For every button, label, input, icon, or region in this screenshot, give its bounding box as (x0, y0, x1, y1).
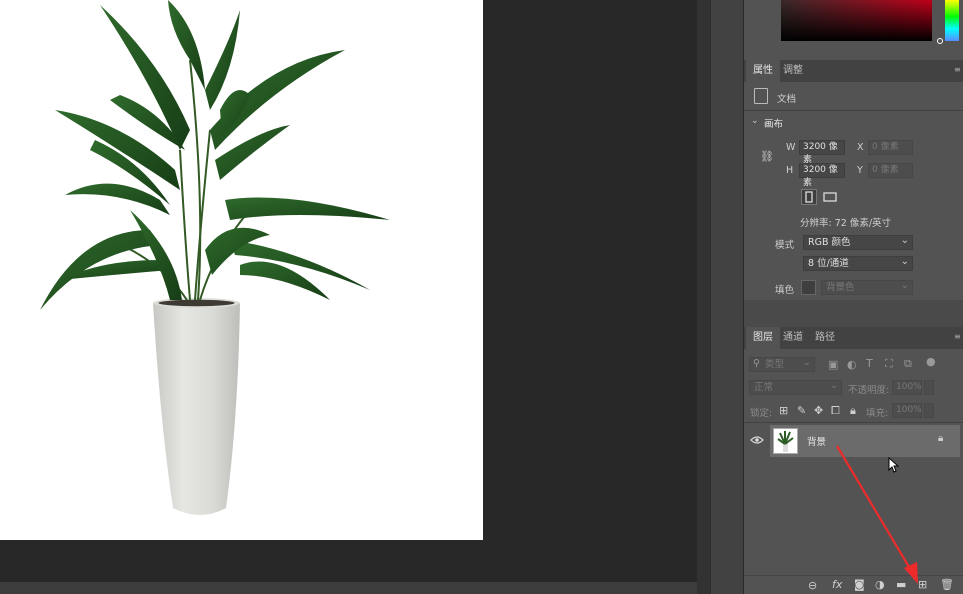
mouse-cursor-icon (888, 457, 900, 473)
annotation-arrow (836, 445, 918, 584)
